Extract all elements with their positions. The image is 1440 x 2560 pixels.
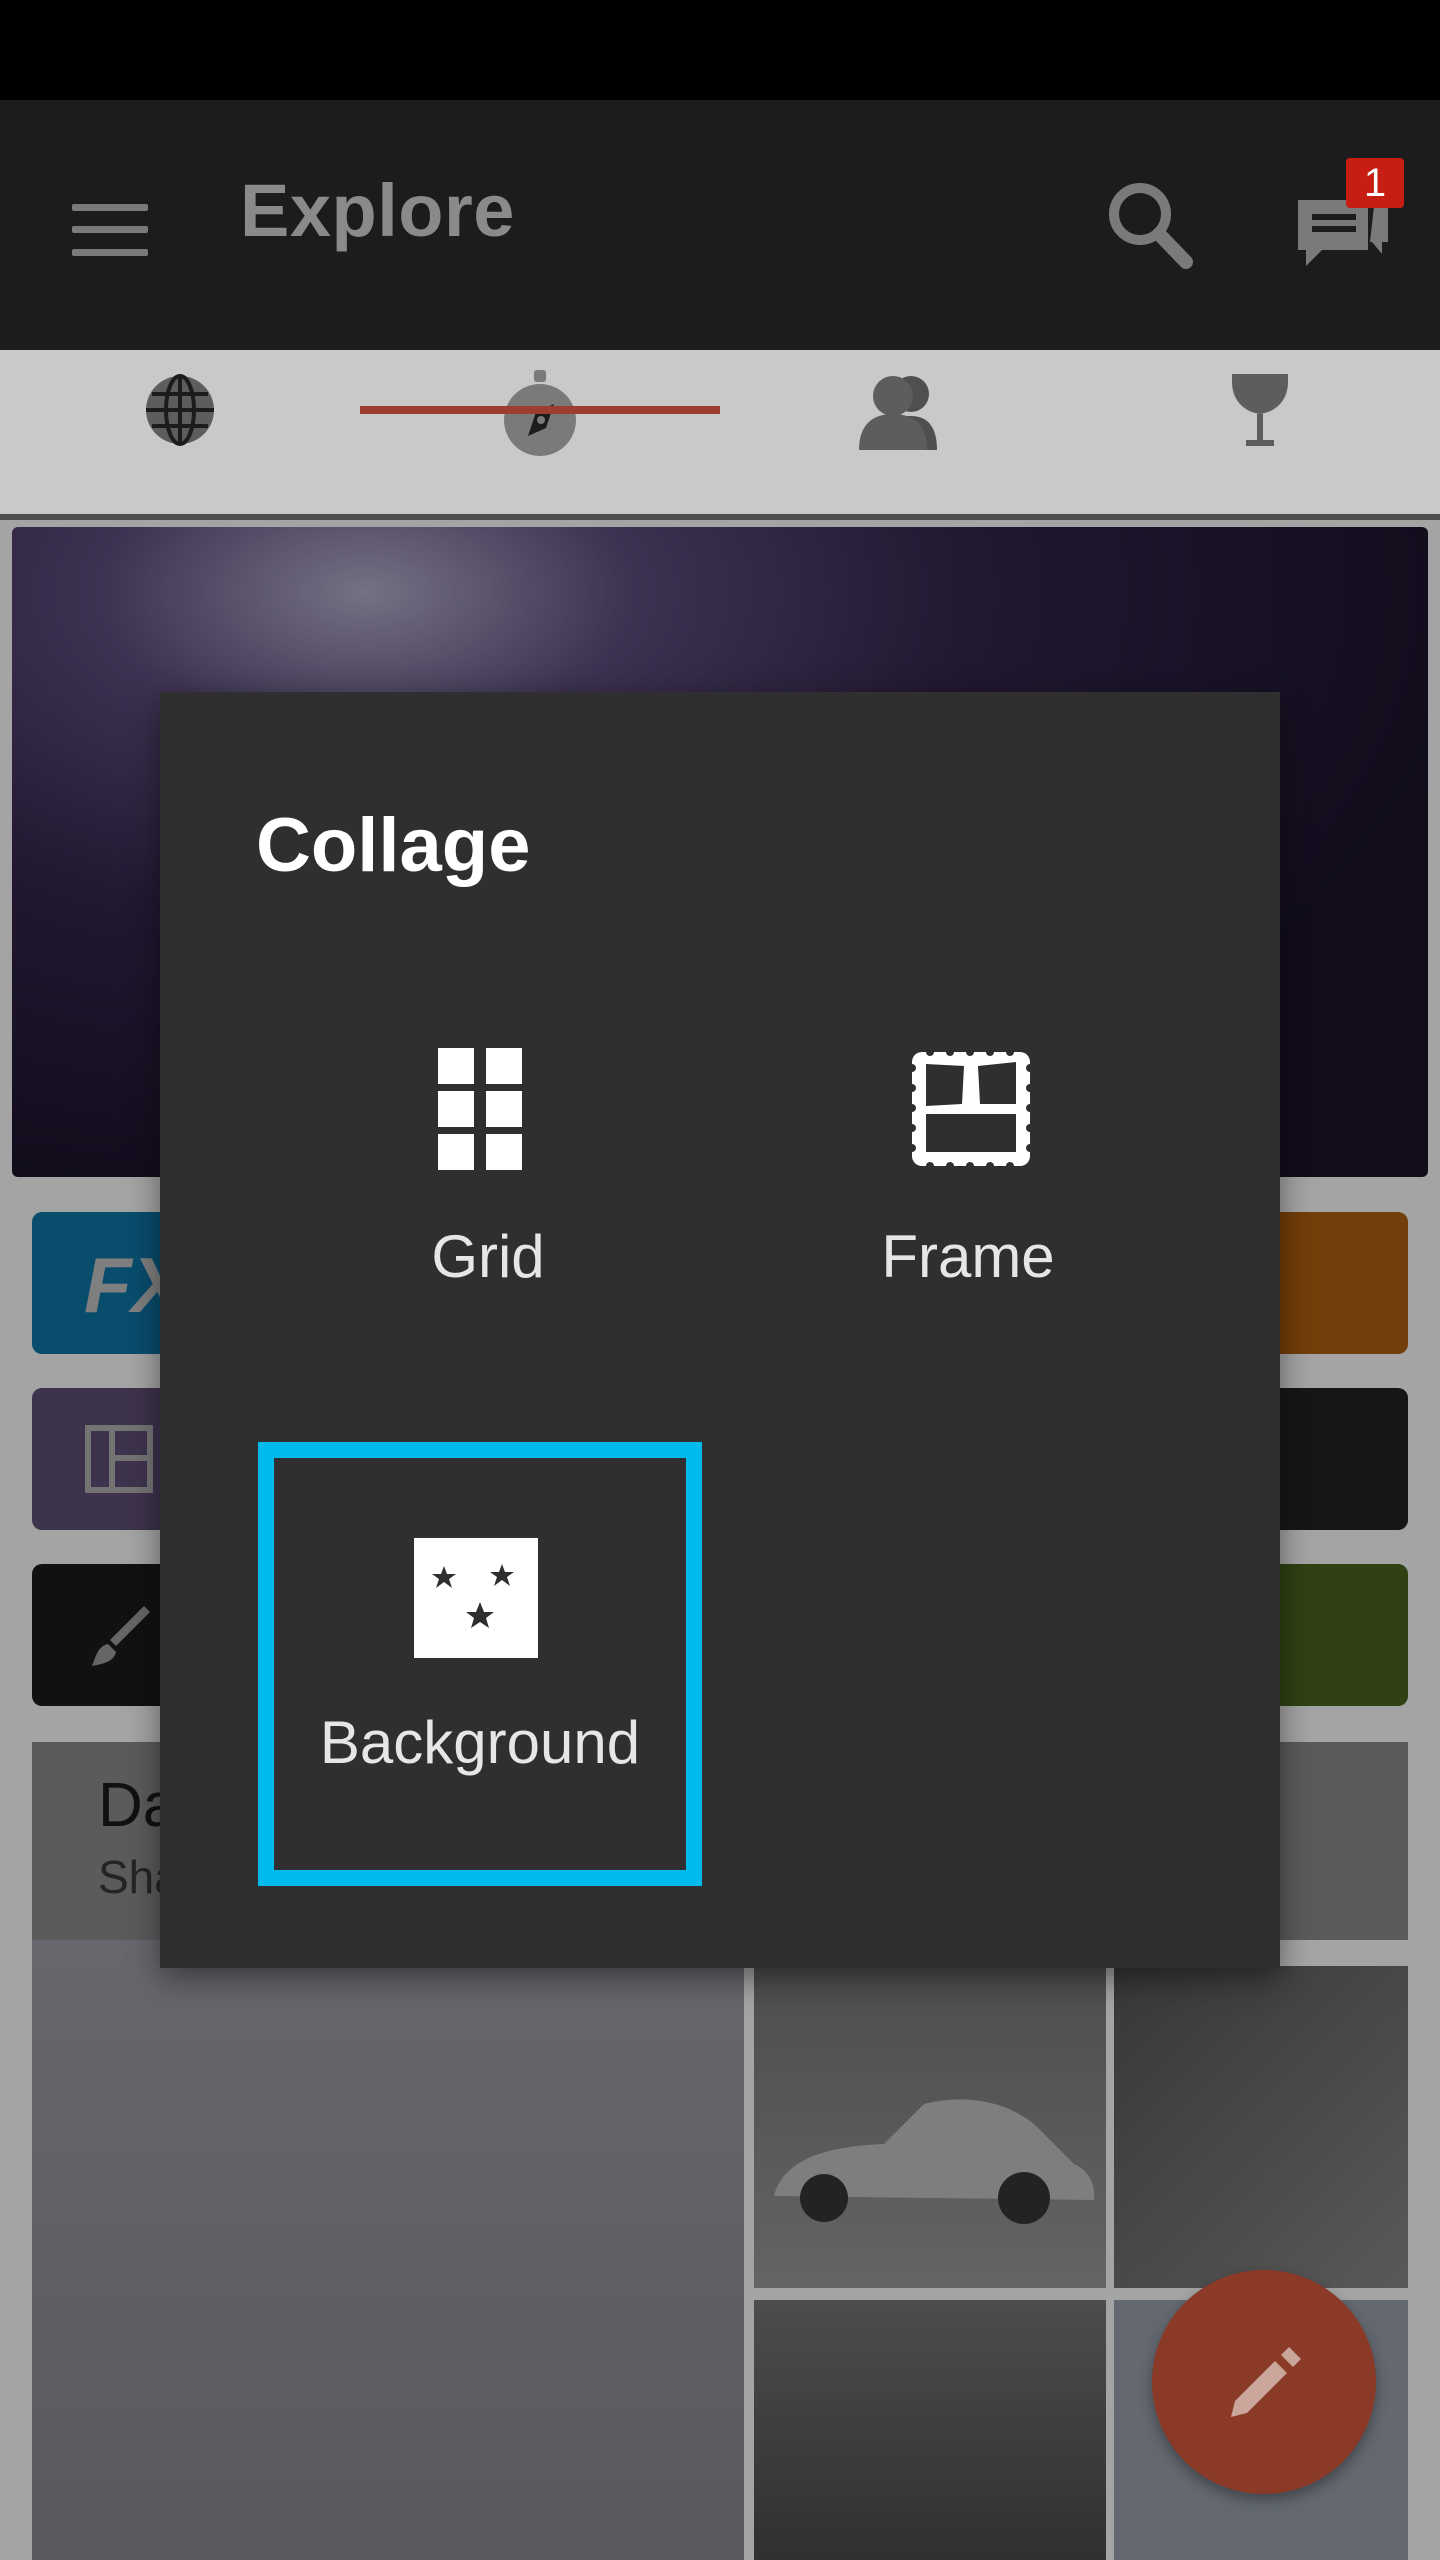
tab-explore[interactable]	[360, 250, 720, 516]
people-icon	[859, 376, 937, 450]
frame-option[interactable]: Frame	[748, 1042, 1188, 1342]
compass-icon	[504, 370, 576, 456]
tab-people[interactable]	[720, 250, 1080, 516]
status-bar	[0, 0, 1440, 100]
tab-bar	[0, 250, 1440, 516]
edit-fab[interactable]	[1152, 2270, 1376, 2494]
trophy-icon	[1232, 374, 1288, 446]
background-option[interactable]: Background	[258, 1442, 702, 1886]
grid-option[interactable]: Grid	[268, 1042, 708, 1342]
stars-background-icon	[414, 1538, 538, 1658]
page-title: Explore	[240, 169, 515, 252]
tab-contests[interactable]	[1080, 250, 1440, 516]
tab-globe[interactable]	[0, 250, 360, 516]
collage-dialog: Collage Grid Frame Background	[160, 692, 1280, 1968]
grid-icon	[438, 1048, 522, 1170]
pencil-icon	[1231, 2347, 1301, 2417]
frame-label: Frame	[881, 1223, 1055, 1290]
messages-badge: 1	[1346, 158, 1404, 208]
dialog-title: Collage	[256, 803, 531, 888]
grid-label: Grid	[431, 1223, 545, 1290]
hamburger-menu-icon	[72, 204, 148, 256]
background-label: Background	[319, 1709, 641, 1776]
tab-indicator	[360, 406, 720, 414]
frame-icon	[908, 1048, 1034, 1170]
globe-icon	[146, 374, 214, 446]
